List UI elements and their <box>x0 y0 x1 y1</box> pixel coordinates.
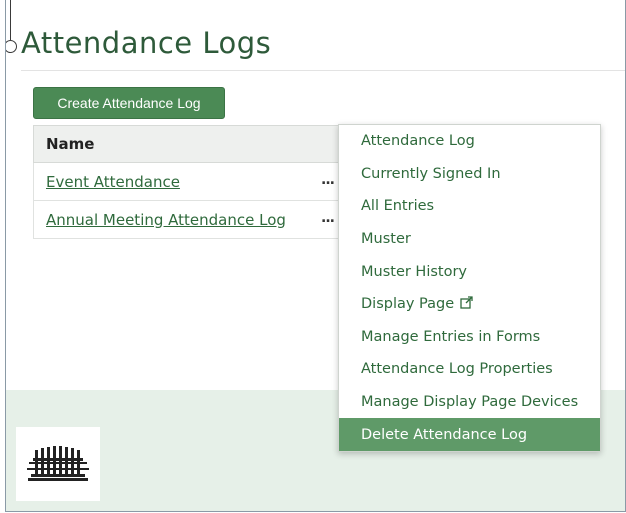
menu-item-label: Display Page <box>361 296 455 313</box>
menu-item-label: Currently Signed In <box>361 165 501 182</box>
menu-item-label: Manage Display Page Devices <box>361 394 579 411</box>
row-actions-button[interactable]: ... <box>321 172 335 188</box>
menu-item-manage-entries-in-forms[interactable]: Manage Entries in Forms <box>339 321 600 354</box>
menu-item-muster[interactable]: Muster <box>339 223 600 256</box>
menu-item-label: Attendance Log <box>361 133 475 150</box>
menu-item-label: All Entries <box>361 198 435 215</box>
page-title: Attendance Logs <box>21 26 272 60</box>
menu-item-label: Manage Entries in Forms <box>361 328 541 345</box>
menu-item-muster-history[interactable]: Muster History <box>339 255 600 288</box>
menu-item-all-entries[interactable]: All Entries <box>339 190 600 223</box>
table-header-name: Name <box>33 125 353 163</box>
timeline-line <box>10 0 11 40</box>
menu-item-display-page[interactable]: Display Page <box>339 288 600 321</box>
building-logo-icon <box>27 446 89 481</box>
menu-item-label: Attendance Log Properties <box>361 361 553 378</box>
attendance-log-table: Name Event Attendance ... Annual Meeting… <box>33 125 353 239</box>
menu-item-attendance-log[interactable]: Attendance Log <box>339 125 600 158</box>
menu-item-manage-display-page-devices[interactable]: Manage Display Page Devices <box>339 386 600 419</box>
create-attendance-log-button[interactable]: Create Attendance Log <box>33 87 225 119</box>
menu-item-label: Muster History <box>361 263 468 280</box>
table-row: Annual Meeting Attendance Log ... <box>33 201 353 239</box>
log-link-annual-meeting[interactable]: Annual Meeting Attendance Log <box>46 211 286 229</box>
table-row: Event Attendance ... <box>33 163 353 201</box>
title-divider <box>21 70 625 71</box>
external-link-icon <box>460 296 473 313</box>
organization-logo <box>16 427 100 501</box>
menu-item-label: Delete Attendance Log <box>361 426 528 443</box>
menu-item-delete-attendance-log[interactable]: Delete Attendance Log <box>339 418 600 451</box>
timeline-node <box>6 40 17 53</box>
row-context-menu: Attendance Log Currently Signed In All E… <box>338 124 601 452</box>
menu-item-label: Muster <box>361 231 411 248</box>
log-link-event-attendance[interactable]: Event Attendance <box>46 173 180 191</box>
menu-item-attendance-log-properties[interactable]: Attendance Log Properties <box>339 353 600 386</box>
row-actions-button[interactable]: ... <box>321 210 335 226</box>
menu-item-currently-signed-in[interactable]: Currently Signed In <box>339 158 600 191</box>
